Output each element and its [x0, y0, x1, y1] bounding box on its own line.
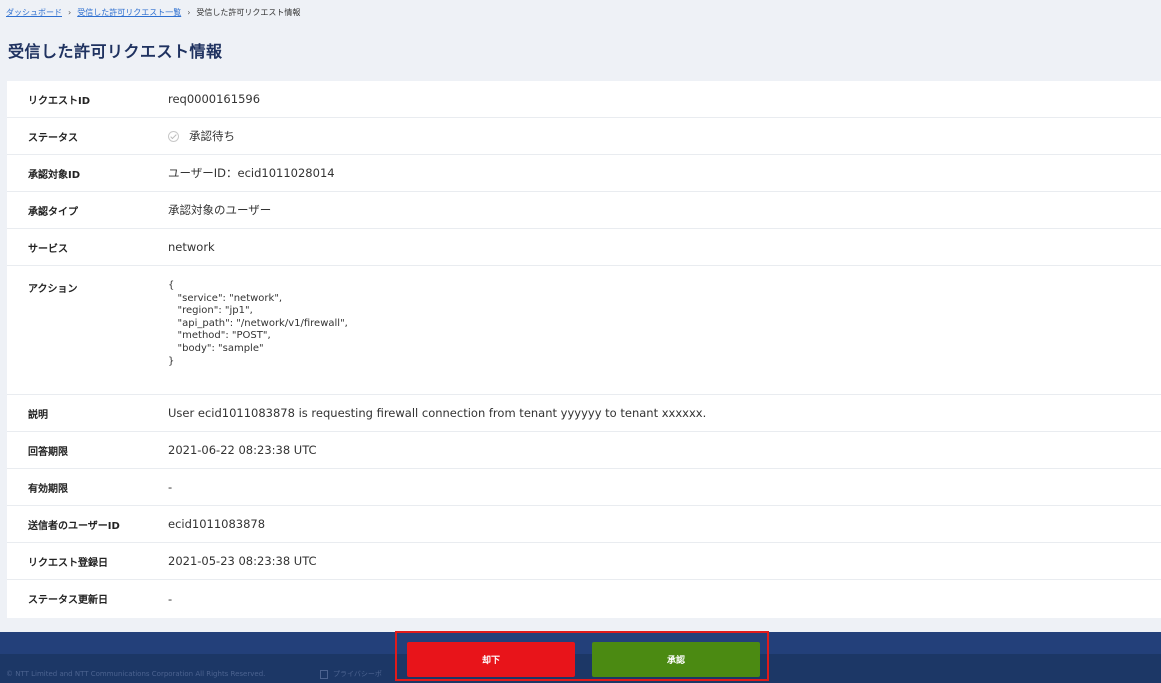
detail-row-approval-type: 承認タイプ 承認対象のユーザー: [7, 192, 1161, 229]
breadcrumb-separator-icon: ›: [68, 7, 72, 17]
detail-label: 送信者のユーザーID: [28, 520, 120, 532]
breadcrumb: ダッシュボード › 受信した許可リクエスト一覧 › 受信した許可リクエスト情報: [6, 5, 300, 19]
detail-value: User ecid1011083878 is requesting firewa…: [168, 406, 707, 420]
detail-label: サービス: [28, 243, 68, 255]
detail-value: -: [168, 591, 173, 606]
footer-copyright: © NTT Limited and NTT Communications Cor…: [6, 670, 266, 678]
detail-label: 承認タイプ: [28, 206, 78, 218]
detail-row-sender-user-id: 送信者のユーザーID ecid1011083878: [7, 506, 1161, 543]
breadcrumb-current: 受信した許可リクエスト情報: [196, 7, 301, 17]
detail-row-response-deadline: 回答期限 2021-06-22 08:23:38 UTC: [7, 432, 1161, 469]
document-icon: [320, 669, 328, 679]
detail-value: ecid1011083878: [168, 517, 266, 531]
detail-row-request-id: リクエストID req0000161596: [7, 81, 1161, 118]
detail-row-expiration: 有効期限 -: [7, 469, 1161, 506]
action-json-block: { "service": "network", "region": "jp1",…: [168, 280, 348, 367]
detail-label: リクエストID: [28, 95, 91, 107]
detail-row-action: アクション { "service": "network", "region": …: [7, 266, 1161, 395]
detail-row-target-id: 承認対象ID ユーザーID：ecid1011028014: [7, 155, 1161, 192]
reject-button[interactable]: 却下: [407, 642, 575, 677]
status-value: 承認待ち: [168, 128, 235, 144]
footer-privacy-label: プライバシーポ: [333, 670, 382, 678]
detail-row-registered-date: リクエスト登録日 2021-05-23 08:23:38 UTC: [7, 543, 1161, 580]
detail-value: -: [168, 480, 173, 494]
breadcrumb-separator-icon: ›: [187, 7, 191, 17]
detail-label: 有効期限: [28, 483, 68, 495]
detail-label: 説明: [28, 409, 48, 421]
check-circle-icon: [168, 130, 179, 142]
approve-button[interactable]: 承認: [592, 642, 760, 677]
breadcrumb-dashboard-link[interactable]: ダッシュボード: [6, 7, 62, 18]
detail-value: 2021-05-23 08:23:38 UTC: [168, 554, 317, 568]
detail-value: network: [168, 240, 215, 254]
footer-privacy-link[interactable]: プライバシーポ: [320, 669, 382, 679]
page-title: 受信した許可リクエスト情報: [8, 42, 223, 61]
detail-value: 2021-06-22 08:23:38 UTC: [168, 443, 317, 457]
detail-value: ユーザーID：ecid1011028014: [168, 166, 335, 180]
detail-row-description: 説明 User ecid1011083878 is requesting fir…: [7, 395, 1161, 432]
detail-label: ステータス更新日: [28, 595, 108, 606]
detail-value: req0000161596: [168, 92, 261, 106]
detail-label: 回答期限: [28, 446, 68, 458]
detail-label: アクション: [28, 284, 78, 295]
detail-label: リクエスト登録日: [28, 557, 108, 569]
detail-value: 承認対象のユーザー: [168, 203, 272, 217]
detail-row-status: ステータス 承認待ち: [7, 118, 1161, 155]
status-text: 承認待ち: [189, 129, 235, 143]
detail-row-status-updated: ステータス更新日 -: [7, 580, 1161, 617]
request-detail-card: リクエストID req0000161596 ステータス 承認待ち 承認対象ID …: [7, 81, 1161, 618]
detail-row-service: サービス network: [7, 229, 1161, 266]
detail-label: 承認対象ID: [28, 169, 81, 181]
breadcrumb-request-list-link[interactable]: 受信した許可リクエスト一覧: [77, 7, 181, 18]
detail-label: ステータス: [28, 132, 78, 144]
